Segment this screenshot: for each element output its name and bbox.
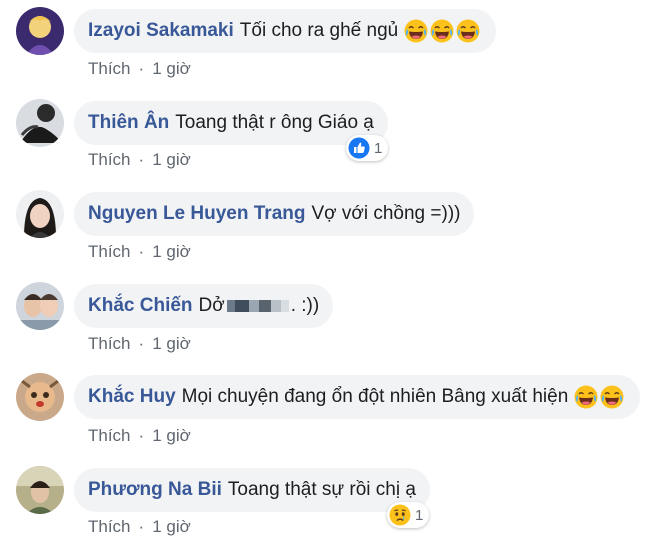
- comment-bubble: Izayoi Sakamaki Tối cho ra ghế ngủ: [74, 9, 497, 53]
- sad-reaction-icon: [389, 504, 411, 526]
- comment-text: Vợ với chồng =))): [311, 203, 461, 224]
- comment-time[interactable]: 1 giờ: [152, 59, 191, 79]
- avatar-image: [16, 282, 64, 330]
- comment-author[interactable]: Phương Na Bii: [88, 479, 222, 501]
- comment-time[interactable]: 1 giờ: [152, 517, 191, 537]
- separator: ·: [138, 242, 145, 261]
- laugh-cry-emoji-icon: [430, 19, 454, 43]
- comment-text: Tối cho ra ghế ngủ: [239, 20, 399, 41]
- comment-author[interactable]: Khắc Huy: [88, 386, 176, 408]
- comment-text-end: . :)): [290, 295, 320, 316]
- comment-time[interactable]: 1 giờ: [152, 150, 191, 170]
- comment-author[interactable]: Thiên Ân: [88, 112, 169, 134]
- comment-time[interactable]: 1 giờ: [152, 334, 191, 354]
- like-link[interactable]: Thích: [88, 242, 131, 262]
- comment-actions: Thích · 1 giờ: [88, 150, 191, 170]
- comment-author[interactable]: Nguyen Le Huyen Trang: [88, 203, 305, 225]
- avatar-image: [16, 99, 64, 147]
- comment-bubble: Thiên Ân Toang thật r ông Giáo ạ: [74, 101, 388, 145]
- comment-actions: Thích · 1 giờ: [88, 59, 191, 79]
- reaction-number: 1: [415, 506, 424, 524]
- separator: ·: [138, 59, 145, 78]
- reaction-count[interactable]: 1: [387, 502, 430, 528]
- avatar-image: [16, 373, 64, 421]
- separator: ·: [138, 334, 145, 353]
- avatar-image: [16, 7, 64, 55]
- avatar[interactable]: [16, 7, 64, 55]
- comment-actions: Thích · 1 giờ: [88, 334, 191, 354]
- avatar[interactable]: [16, 466, 64, 514]
- avatar[interactable]: [16, 373, 64, 421]
- laugh-cry-emoji-icon: [456, 19, 480, 43]
- comment-bubble: Phương Na Bii Toang thật sự rồi chị ạ: [74, 468, 430, 512]
- like-link[interactable]: Thích: [88, 517, 131, 537]
- separator: ·: [138, 426, 145, 445]
- comment-author[interactable]: Khắc Chiến: [88, 295, 193, 317]
- avatar-image: [16, 190, 64, 238]
- avatar[interactable]: [16, 99, 64, 147]
- like-link[interactable]: Thích: [88, 150, 131, 170]
- comment-text-start: Dở: [198, 295, 225, 316]
- laugh-cry-emoji-icon: [404, 19, 428, 43]
- avatar[interactable]: [16, 282, 64, 330]
- redacted-text: [226, 300, 289, 312]
- comment-author[interactable]: Izayoi Sakamaki: [88, 20, 234, 42]
- comment-text: Toang thật sự rồi chị ạ: [227, 479, 416, 500]
- comment-time[interactable]: 1 giờ: [152, 426, 191, 446]
- avatar[interactable]: [16, 190, 64, 238]
- reaction-number: 1: [374, 139, 383, 157]
- laugh-cry-emoji-icon: [574, 385, 598, 409]
- separator: ·: [138, 517, 145, 536]
- comment-actions: Thích · 1 giờ: [88, 517, 191, 537]
- reaction-count[interactable]: 1: [346, 135, 389, 161]
- like-link[interactable]: Thích: [88, 59, 131, 79]
- comment-bubble: Khắc Huy Mọi chuyện đang ổn đột nhiên Bâ…: [74, 375, 641, 419]
- comment-text: Mọi chuyện đang ổn đột nhiên Bâng xuất h…: [181, 386, 569, 407]
- comment-actions: Thích · 1 giờ: [88, 426, 191, 446]
- like-link[interactable]: Thích: [88, 426, 131, 446]
- comment-actions: Thích · 1 giờ: [88, 242, 191, 262]
- like-link[interactable]: Thích: [88, 334, 131, 354]
- laugh-cry-emoji-icon: [600, 385, 624, 409]
- comment-bubble: Nguyen Le Huyen Trang Vợ với chồng =))): [74, 192, 475, 236]
- like-reaction-icon: [348, 137, 370, 159]
- separator: ·: [138, 150, 145, 169]
- comment-text: Toang thật r ông Giáo ạ: [175, 112, 374, 133]
- comment-time[interactable]: 1 giờ: [152, 242, 191, 262]
- avatar-image: [16, 466, 64, 514]
- comment-bubble: Khắc Chiến Dở . :)): [74, 284, 334, 328]
